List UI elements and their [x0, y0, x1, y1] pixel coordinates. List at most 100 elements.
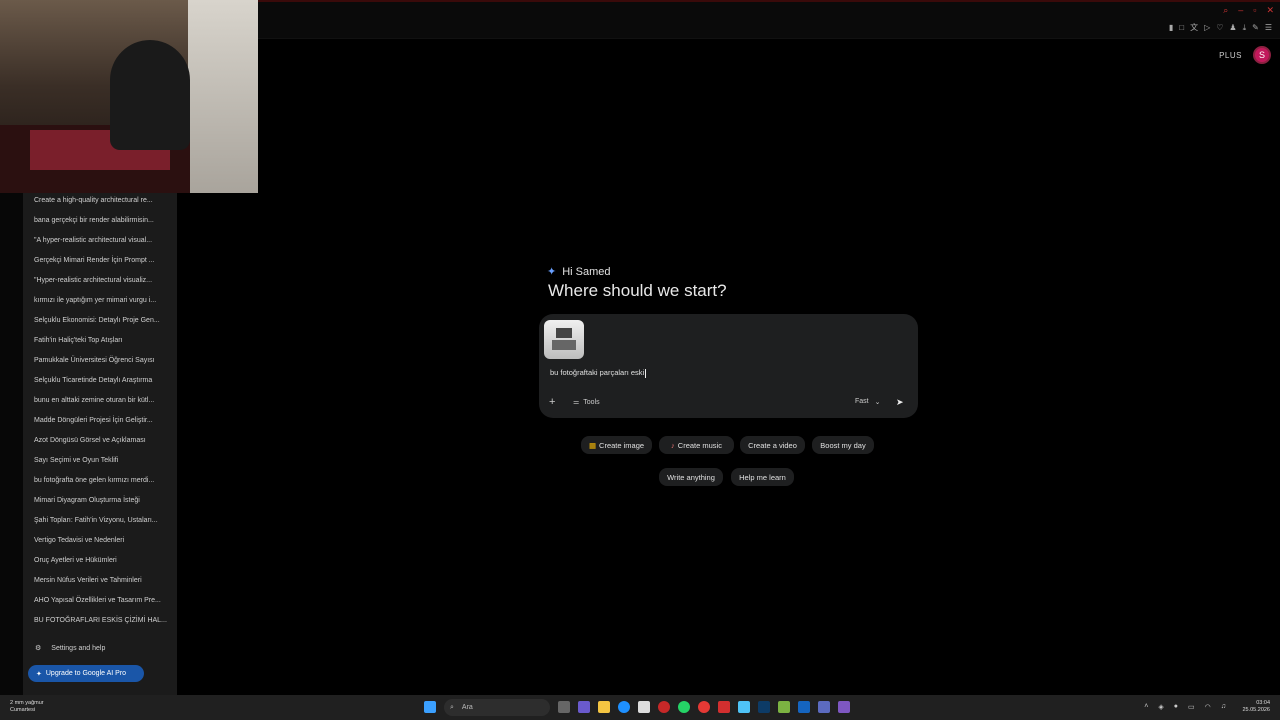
- download-icon[interactable]: ⤓: [1243, 23, 1247, 33]
- teams-icon[interactable]: [818, 701, 830, 713]
- opera-icon[interactable]: [658, 701, 670, 713]
- help-me-learn-chip[interactable]: Help me learn: [731, 468, 794, 486]
- greeting: ✦ Hi Samed: [547, 265, 611, 279]
- chat-item[interactable]: Madde Döngüleri Projesi İçin Geliştir...: [23, 413, 177, 433]
- network-icon[interactable]: ◈: [1158, 703, 1163, 711]
- chat-item[interactable]: Şahi Topları: Fatih'in Vizyonu, Ustaları…: [23, 513, 177, 533]
- chat-item[interactable]: bana gerçekçi bir render alabilirmisin..…: [23, 213, 177, 233]
- chat-item[interactable]: "A hyper-realistic architectural visual.…: [23, 233, 177, 253]
- prompt-input[interactable]: bu fotoğraftaki parçaları eski: [550, 368, 647, 378]
- chat-item[interactable]: Mersin Nüfus Verileri ve Tahminleri: [23, 573, 177, 593]
- prompt-text: bu fotoğraftaki parçaları eski: [550, 368, 645, 377]
- webcam-person: [110, 40, 190, 150]
- copilot-icon[interactable]: [578, 701, 590, 713]
- sliders-icon: ⚌: [573, 399, 580, 406]
- photoshop-icon[interactable]: [758, 701, 770, 713]
- app-purple-icon[interactable]: [838, 701, 850, 713]
- edge-icon[interactable]: [618, 701, 630, 713]
- app-icon[interactable]: [738, 701, 750, 713]
- chat-item[interactable]: Pamukkale Üniversitesi Öğrenci Sayısı: [23, 353, 177, 373]
- tools-button[interactable]: ⚌ Tools: [573, 398, 600, 407]
- maximize-icon[interactable]: ▫: [1253, 5, 1256, 16]
- chat-item[interactable]: bu fotoğrafta öne gelen kırmızı merdi...: [23, 473, 177, 493]
- whatsapp-icon[interactable]: [678, 701, 690, 713]
- chat-item[interactable]: kırmızı ile yaptığım yer mimari vurgu i.…: [23, 293, 177, 313]
- close-icon[interactable]: ✕: [1266, 5, 1274, 16]
- add-icon[interactable]: +: [549, 396, 555, 408]
- tab-strip-accent: [258, 0, 1280, 2]
- chip-label: Create music: [677, 440, 722, 450]
- chat-item[interactable]: Mimari Diyagram Oluşturma İsteği: [23, 493, 177, 513]
- app-blue-icon[interactable]: [798, 701, 810, 713]
- weather-line1: 2 mm yağmur: [10, 700, 44, 706]
- heart-icon[interactable]: ♡: [1216, 23, 1223, 32]
- bookmark-icon[interactable]: ▮: [1169, 23, 1173, 32]
- wifi-icon[interactable]: ◠: [1205, 703, 1211, 711]
- write-anything-chip[interactable]: Write anything: [659, 468, 723, 486]
- avatar[interactable]: S: [1253, 46, 1271, 64]
- search-icon[interactable]: ⌕: [1223, 5, 1228, 16]
- volume-icon[interactable]: ♫: [1221, 703, 1226, 711]
- play-icon[interactable]: ▷: [1204, 23, 1210, 32]
- search-placeholder: Ara: [461, 704, 473, 711]
- weather-widget[interactable]: 2 mm yağmur Cumartesi: [10, 700, 44, 714]
- mic-icon[interactable]: ●: [1174, 703, 1178, 711]
- greeting-text: Hi Samed: [562, 265, 611, 278]
- task-view-icon[interactable]: [558, 701, 570, 713]
- settings-and-help[interactable]: ⚙ Settings and help: [35, 644, 106, 653]
- chat-item[interactable]: Fatih'in Haliç'teki Top Atışları: [23, 333, 177, 353]
- chip-label: Write anything: [667, 472, 715, 482]
- attached-image-thumbnail[interactable]: [544, 320, 584, 359]
- windows-start-icon[interactable]: [424, 701, 436, 713]
- monitor-icon[interactable]: ▭: [1188, 703, 1195, 711]
- chevron-up-icon[interactable]: ˄: [1144, 703, 1148, 711]
- chat-item[interactable]: Selçuklu Ekonomisi: Detaylı Proje Gen...: [23, 313, 177, 333]
- sidebar: Create a high-quality architectural re..…: [23, 193, 177, 695]
- chat-item[interactable]: Vertigo Tedavisi ve Nedenleri: [23, 533, 177, 553]
- clock[interactable]: 03:04 25.05.2026: [1242, 700, 1270, 714]
- chat-list: Create a high-quality architectural re..…: [23, 193, 177, 633]
- page-title: Where should we start?: [548, 281, 727, 300]
- text-caret: [645, 368, 647, 378]
- chat-item[interactable]: Oruç Ayetleri ve Hükümleri: [23, 553, 177, 573]
- model-selector[interactable]: Fast ⌄: [855, 398, 881, 406]
- create-music-chip[interactable]: ♪ Create music: [659, 436, 734, 454]
- chat-item[interactable]: "Hyper-realistic architectural visualiz.…: [23, 273, 177, 293]
- menu-icon[interactable]: ☰: [1265, 23, 1272, 32]
- minimize-icon[interactable]: –: [1238, 5, 1243, 16]
- chat-item[interactable]: BU FOTOĞRAFLARI ESKİS ÇİZİMİ HAL...: [23, 613, 177, 633]
- chat-item[interactable]: Selçuklu Ticaretinde Detaylı Araştırma: [23, 373, 177, 393]
- settings-label: Settings and help: [51, 644, 106, 652]
- ai-icon[interactable]: ✎: [1252, 23, 1259, 32]
- translate-icon[interactable]: 文: [1190, 22, 1198, 33]
- boost-my-day-chip[interactable]: Boost my day: [812, 436, 874, 454]
- chrome-icon[interactable]: [698, 701, 710, 713]
- chip-label: Boost my day: [820, 440, 866, 450]
- create-image-chip[interactable]: ▦ Create image: [581, 436, 652, 454]
- acrobat-icon[interactable]: [718, 701, 730, 713]
- clock-time: 03:04: [1256, 700, 1270, 706]
- taskbar-search[interactable]: ⌕ Ara: [444, 699, 550, 716]
- file-explorer-icon[interactable]: [598, 701, 610, 713]
- chat-item[interactable]: Gerçekçi Mimari Render İçin Prompt ...: [23, 253, 177, 273]
- chat-item[interactable]: Create a high-quality architectural re..…: [23, 193, 177, 213]
- upgrade-label: Upgrade to Google AI Pro: [45, 670, 127, 677]
- extension-icon[interactable]: ♟: [1229, 23, 1236, 32]
- thumbnail-shape: [556, 328, 572, 338]
- app-green-icon[interactable]: [778, 701, 790, 713]
- chat-item[interactable]: Azot Döngüsü Görsel ve Açıklaması: [23, 433, 177, 453]
- clock-date: 25.05.2026: [1242, 707, 1270, 713]
- prompt-composer[interactable]: bu fotoğraftaki parçaları eski + ⚌ Tools…: [539, 314, 918, 418]
- create-video-chip[interactable]: Create a video: [740, 436, 805, 454]
- chat-item[interactable]: Sayı Seçimi ve Oyun Teklifi: [23, 453, 177, 473]
- send-icon[interactable]: ➤: [896, 397, 904, 408]
- chip-label: Help me learn: [739, 472, 786, 482]
- upgrade-button[interactable]: ✦ Upgrade to Google AI Pro: [28, 665, 144, 682]
- model-label: Fast: [855, 398, 869, 405]
- screenshot-icon[interactable]: □: [1179, 23, 1184, 32]
- webcam-overlay: [0, 0, 258, 193]
- chat-item[interactable]: AHO Yapısal Özellikleri ve Tasarım Pre..…: [23, 593, 177, 613]
- chat-item[interactable]: bunu en alttaki zemine oturan bir kütl..…: [23, 393, 177, 413]
- store-icon[interactable]: [638, 701, 650, 713]
- gear-icon: ⚙: [35, 645, 42, 652]
